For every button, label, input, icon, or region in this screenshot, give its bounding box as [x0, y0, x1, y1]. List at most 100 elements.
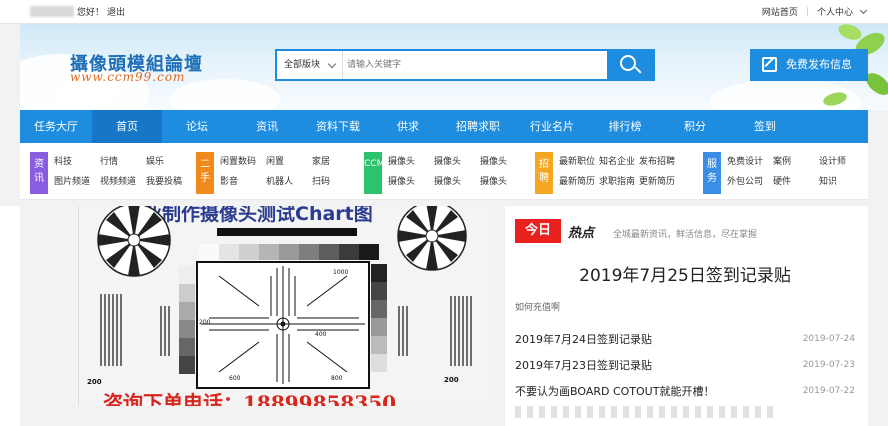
user-center-link[interactable]: 个人中心: [817, 5, 853, 18]
category-link[interactable]: 外包公司: [727, 174, 773, 194]
nav-item-downloads[interactable]: 资料下载: [302, 110, 374, 143]
chart-label: 1000: [333, 269, 348, 276]
site-header: 攝像頭模組論壇 www.ccm99.com 全部版块 免费发布信息: [20, 24, 888, 110]
news-date: 2019-07-23: [802, 360, 855, 370]
category-tag[interactable]: 二手: [196, 152, 214, 194]
nav-item-ranking[interactable]: 排行榜: [590, 110, 660, 143]
category-link[interactable]: 我要投稿: [146, 174, 192, 194]
grayscale-left: [179, 266, 195, 374]
nav-item-task-hall[interactable]: 任务大厅: [20, 110, 92, 143]
category-link[interactable]: 最新职位: [559, 154, 599, 174]
chart-label: 200: [87, 378, 102, 386]
hot-headline[interactable]: 2019年7月25日签到记录贴: [515, 261, 855, 286]
nav-item-news[interactable]: 资讯: [232, 110, 302, 143]
category-link[interactable]: 摄像头: [388, 174, 434, 194]
category-link[interactable]: 家居: [312, 154, 358, 174]
search-bar: 全部版块: [275, 49, 655, 81]
search-icon-handle: [634, 66, 642, 74]
category-link[interactable]: 设计师: [819, 154, 865, 174]
category-link[interactable]: 免费设计: [727, 154, 773, 174]
chart-label: 800: [331, 375, 343, 382]
category-link[interactable]: 娱乐: [146, 154, 192, 174]
chart-label: 600: [229, 375, 241, 382]
search-category-label: 全部版块: [284, 60, 321, 70]
news-list: 2019年7月24日签到记录贴 2019-07-24 2019年7月23日签到记…: [515, 326, 855, 418]
category-tag[interactable]: CCM: [364, 152, 384, 194]
news-title[interactable]: 不要认为画BOARD COTOUT就能开槽！: [515, 383, 714, 399]
list-item[interactable]: 2019年7月24日签到记录贴 2019-07-24: [515, 326, 855, 352]
category-tag[interactable]: 资讯: [30, 152, 48, 194]
hot-description: 全城最新资讯，鲜活信息，尽在掌握: [613, 230, 758, 240]
chart-label: 200: [199, 319, 211, 326]
search-icon: [620, 55, 636, 71]
nav-item-forum[interactable]: 论坛: [162, 110, 232, 143]
edit-icon: [762, 57, 777, 72]
test-chart-banner[interactable]: 专业制作摄像头测试Chart图 200 400 600 800 1000 200…: [78, 206, 488, 406]
nav-item-home[interactable]: 首页: [92, 110, 162, 143]
post-info-button[interactable]: 免费发布信息: [750, 49, 868, 81]
category-link[interactable]: 图片频道: [54, 174, 100, 194]
top-bar: 您好！ 退出 网站首页 | 个人中心: [0, 0, 888, 24]
news-title[interactable]: 2019年7月23日签到记录贴: [515, 357, 652, 373]
main-nav: 任务大厅 首页 论坛 资讯 资料下载 供求 招聘求职 行业名片 排行榜 积分 签…: [20, 110, 868, 143]
list-item[interactable]: 不要认为画BOARD COTOUT就能开槽！ 2019-07-22: [515, 378, 855, 404]
category-link[interactable]: 最新简历: [559, 174, 599, 194]
category-link[interactable]: 摄像头: [480, 174, 526, 194]
siemens-star-right: [397, 206, 467, 271]
nav-item-supply[interactable]: 供求: [374, 110, 442, 143]
category-link[interactable]: 行情: [100, 154, 146, 174]
category-link[interactable]: 扫码: [312, 174, 358, 194]
search-input[interactable]: [347, 55, 597, 75]
post-info-label: 免费发布信息: [786, 58, 852, 71]
nav-item-jobs[interactable]: 招聘求职: [442, 110, 514, 143]
category-link[interactable]: 更新简历: [639, 174, 679, 194]
category-tag[interactable]: 服务: [703, 152, 721, 194]
category-link[interactable]: 求职指南: [599, 174, 639, 194]
category-link[interactable]: 硬件: [773, 174, 819, 194]
news-title[interactable]: 2019年7月24日签到记录贴: [515, 331, 652, 347]
category-link[interactable]: 摄像头: [388, 154, 434, 174]
cut-off-news-row: [515, 406, 775, 418]
news-date: 2019-07-22: [802, 386, 855, 396]
category-link[interactable]: 影音: [220, 174, 266, 194]
category-link[interactable]: 科技: [54, 154, 100, 174]
category-tag[interactable]: 招聘: [535, 152, 553, 194]
username-blurred: [30, 6, 74, 17]
grayscale-top: [199, 244, 379, 260]
divider: |: [805, 6, 809, 17]
grayscale-right: [371, 264, 387, 372]
category-link[interactable]: 案例: [773, 154, 819, 174]
chart-label: 200: [444, 376, 459, 384]
category-link[interactable]: 知名企业: [599, 154, 639, 174]
search-button[interactable]: [607, 51, 653, 79]
hot-subtitle[interactable]: 如何充值啊: [515, 300, 560, 313]
category-link[interactable]: 知识: [819, 174, 865, 194]
logout-link[interactable]: 退出: [107, 5, 125, 18]
category-link[interactable]: 摄像头: [434, 174, 480, 194]
category-link[interactable]: 闲置数码: [220, 154, 266, 174]
category-link[interactable]: 视频频道: [100, 174, 146, 194]
test-chart-image: 专业制作摄像头测试Chart图 200 400 600 800 1000 200…: [79, 206, 488, 406]
cloud-decoration: [170, 79, 280, 110]
nav-item-signin[interactable]: 签到: [730, 110, 800, 143]
category-link[interactable]: 闲置: [266, 154, 312, 174]
greeting-text: 您好！: [77, 8, 105, 18]
news-date: 2019-07-24: [802, 334, 855, 344]
nav-item-points[interactable]: 积分: [660, 110, 730, 143]
nav-item-cards[interactable]: 行业名片: [514, 110, 590, 143]
contact-phone: 咨询下单电话：18899858350: [103, 391, 396, 406]
chart-label: 400: [315, 331, 327, 338]
hot-news-panel: 今日 热点 全城最新资讯，鲜活信息，尽在掌握 2019年7月25日签到记录贴 如…: [505, 206, 868, 426]
category-link[interactable]: 摄像头: [480, 154, 526, 174]
category-link[interactable]: 机器人: [266, 174, 312, 194]
chevron-down-icon[interactable]: [859, 6, 868, 14]
logo-url[interactable]: www.ccm99.com: [70, 70, 185, 84]
today-badge: 今日: [515, 219, 561, 243]
category-strip: 资讯 科技 图片频道 行情 视频频道 娱乐 我要投稿 二手 闲置数码 影音 闲置…: [20, 143, 868, 200]
category-link[interactable]: 发布招聘: [639, 154, 679, 174]
site-home-link[interactable]: 网站首页: [762, 5, 798, 18]
page-margin: [0, 206, 20, 426]
category-link[interactable]: 摄像头: [434, 154, 480, 174]
list-item[interactable]: 2019年7月23日签到记录贴 2019-07-23: [515, 352, 855, 378]
siemens-star-left: [97, 206, 171, 277]
